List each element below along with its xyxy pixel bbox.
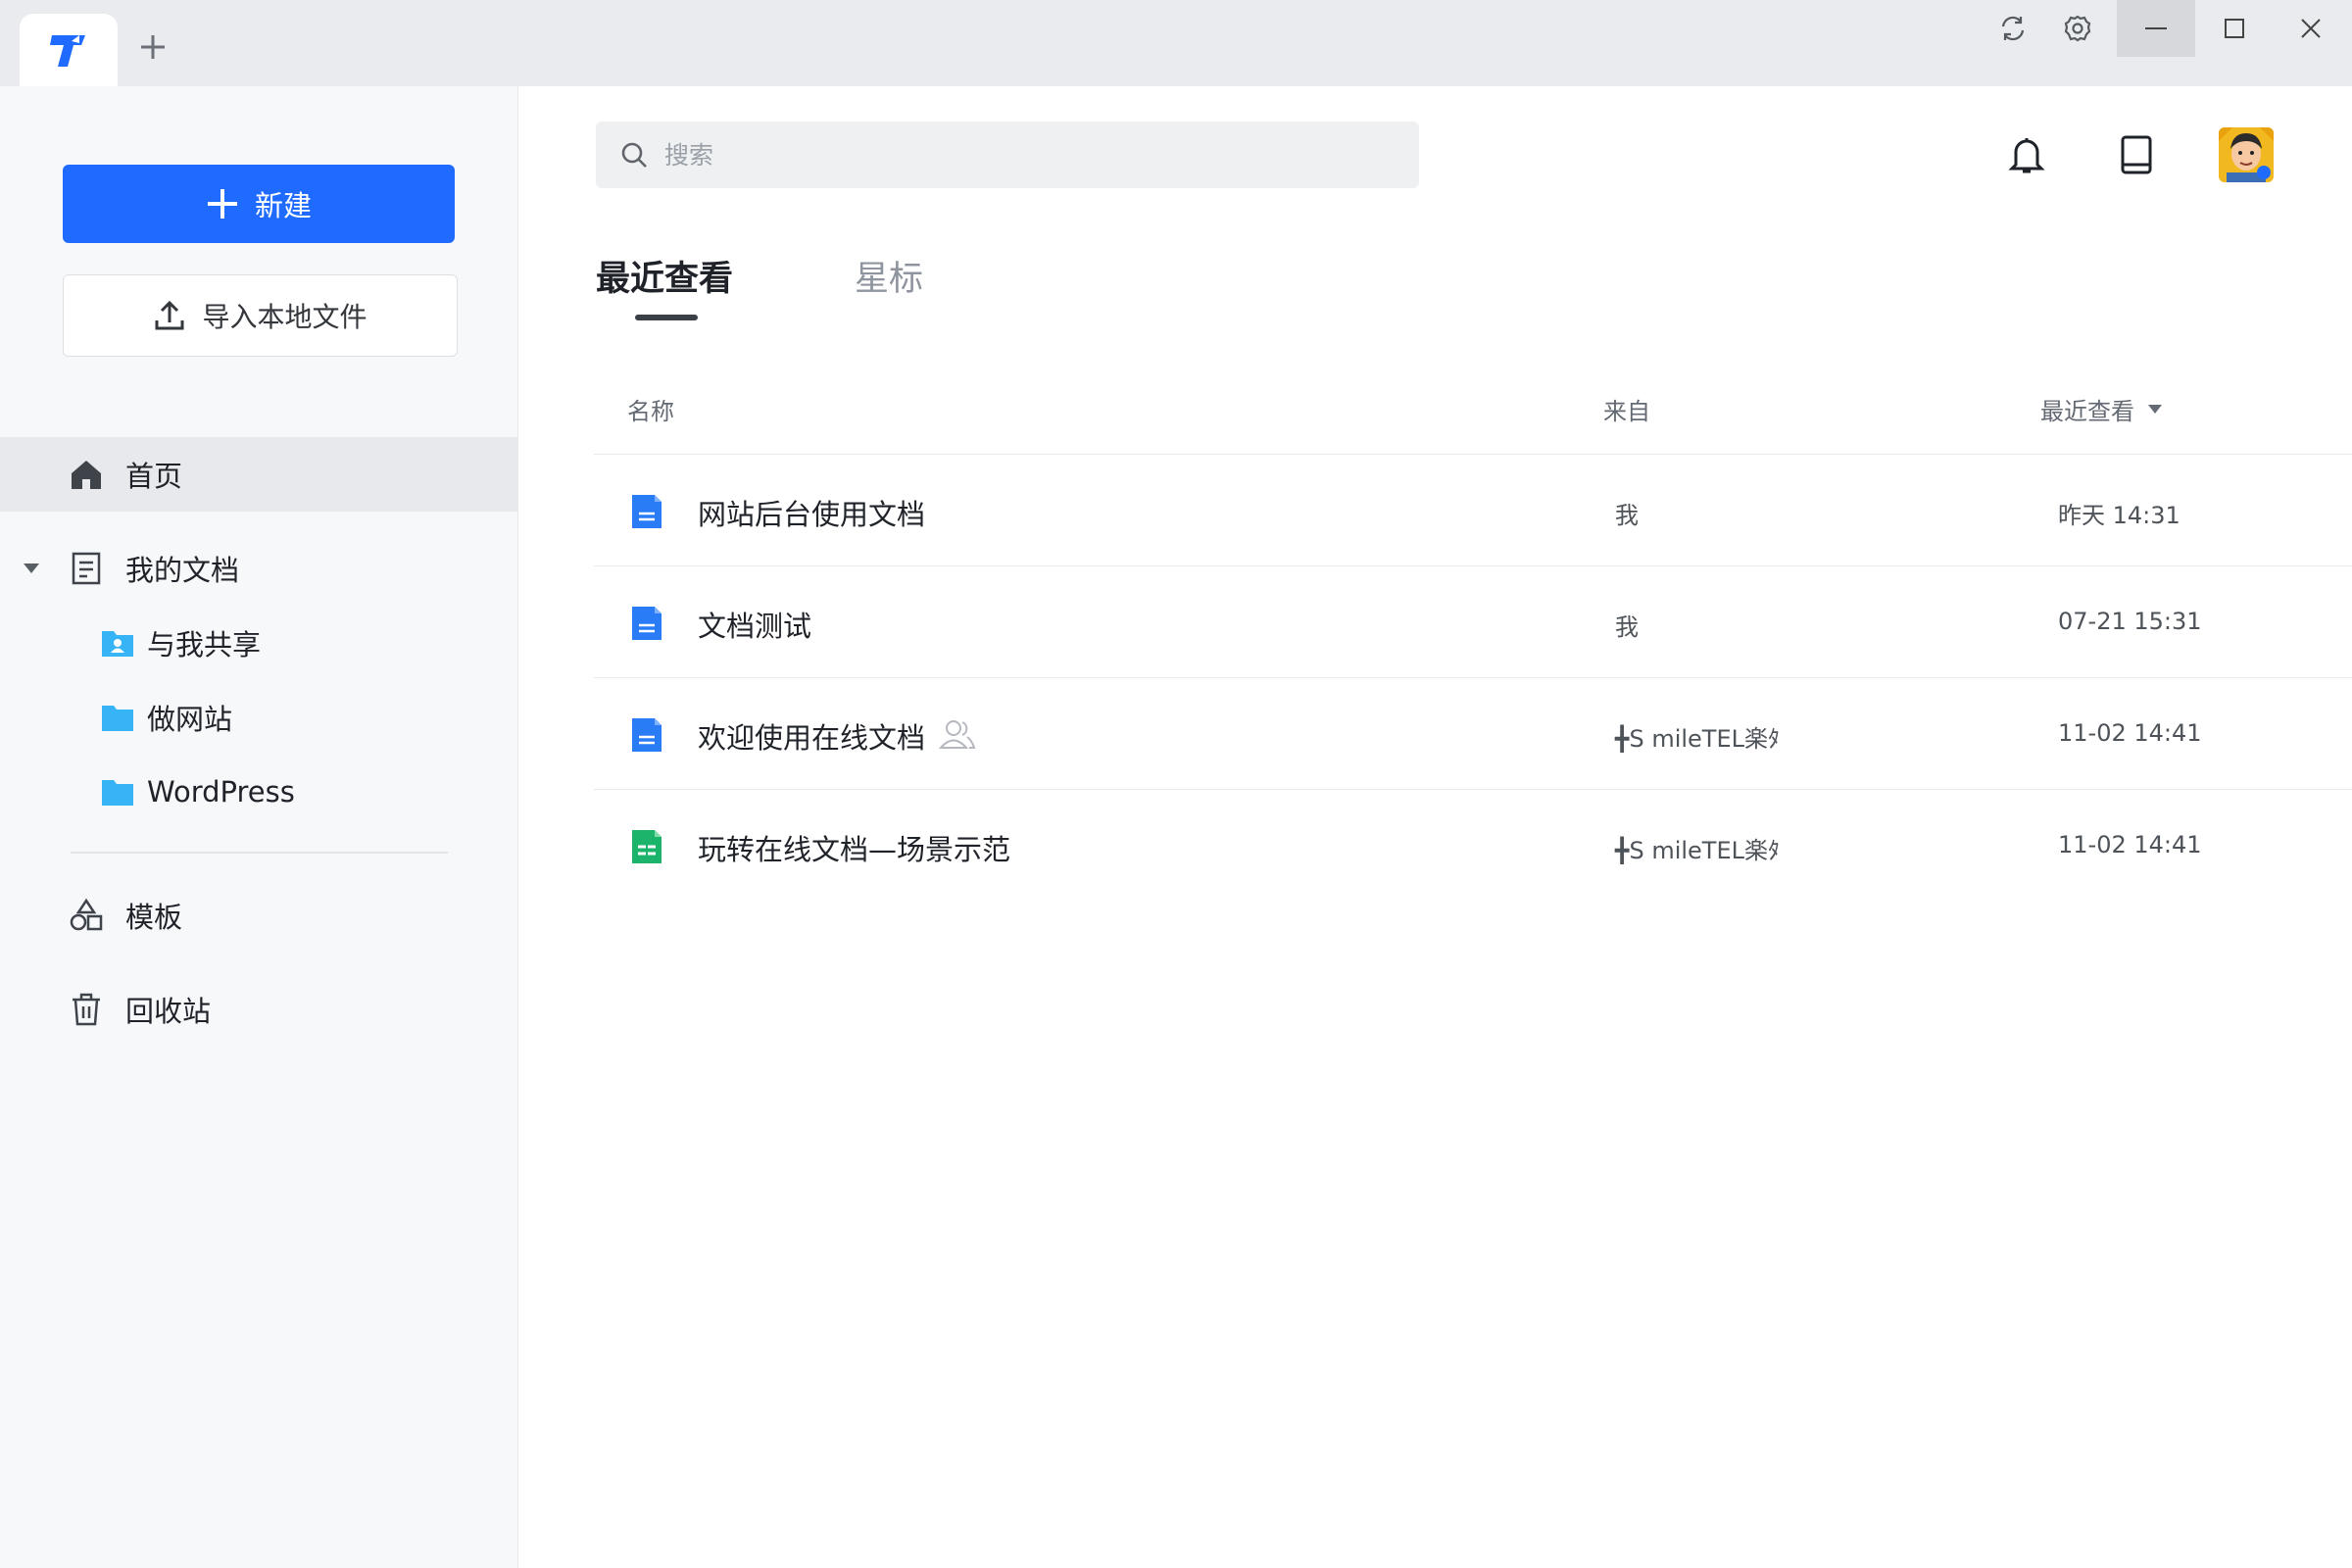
new-tab-button[interactable] [133, 27, 172, 67]
maximize-button[interactable] [2199, 0, 2270, 57]
close-icon [2301, 19, 2321, 38]
sidebar-item-trash[interactable]: 回收站 [0, 972, 517, 1047]
file-name: 欢迎使用在线文档 [698, 721, 926, 755]
search-bar[interactable] [596, 122, 1419, 188]
sidebar-item-folder-wordpress[interactable]: WordPress [0, 755, 517, 829]
settings-icon [2064, 15, 2091, 42]
notifications-button[interactable] [1999, 127, 2054, 182]
document-icon [67, 549, 106, 588]
new-button[interactable]: 新建 [63, 165, 455, 243]
sidebar-item-home[interactable]: 首页 [0, 437, 517, 512]
shared-folder-icon [98, 623, 137, 662]
column-header-name: 名称 [627, 398, 674, 425]
file-name: 文档测试 [698, 610, 812, 643]
column-header-sort[interactable]: 最近查看 [2040, 392, 2162, 426]
file-source: ╋S mileTEL楽ﾀ [1615, 837, 1780, 864]
settings-button[interactable] [2042, 0, 2113, 57]
minimize-button[interactable] [2117, 0, 2195, 57]
title-bar [0, 0, 2352, 86]
minimize-icon [2145, 27, 2167, 29]
folder-icon [98, 698, 137, 737]
sidebar-item-label: 与我共享 [147, 628, 262, 662]
table-row[interactable]: 网站后台使用文档 我 昨天 14:31 [594, 455, 2352, 566]
doc-file-icon [632, 607, 662, 640]
tencent-docs-logo-icon [50, 35, 85, 67]
caret-down-icon [2148, 404, 2162, 414]
column-header-from: 来自 [1603, 398, 1650, 425]
doc-file-icon [632, 495, 662, 528]
file-viewed-time: 07-21 15:31 [2058, 608, 2202, 635]
search-icon [621, 142, 647, 168]
sort-label: 最近查看 [2040, 398, 2134, 425]
sidebar: 新建 导入本地文件 首页 我的文档 与我共享 做网站 WordPress 模板 … [0, 86, 518, 1568]
sidebar-item-templates[interactable]: 模板 [0, 878, 517, 953]
file-name: 网站后台使用文档 [698, 498, 926, 531]
file-source: ╋S mileTEL楽ﾀ [1615, 725, 1780, 753]
device-button[interactable] [2109, 127, 2164, 182]
file-viewed-time: 昨天 14:31 [2058, 502, 2180, 529]
sidebar-divider [71, 852, 448, 854]
folder-icon [98, 772, 137, 811]
import-local-file-button[interactable]: 导入本地文件 [63, 274, 458, 357]
avatar[interactable] [2219, 127, 2274, 182]
plus-icon [141, 35, 165, 59]
trash-icon [67, 990, 106, 1029]
table-row[interactable]: 玩转在线文档—场景示范 ╋S mileTEL楽ﾀ 11-02 14:41 [594, 790, 2352, 902]
search-input[interactable] [664, 140, 1350, 170]
app-tab[interactable] [20, 14, 118, 86]
table-row[interactable]: 欢迎使用在线文档 ╋S mileTEL楽ﾀ 11-02 14:41 [594, 678, 2352, 790]
table-row[interactable]: 文档测试 我 07-21 15:31 [594, 566, 2352, 678]
sidebar-item-folder-website[interactable]: 做网站 [0, 680, 517, 755]
collaborators-icon [939, 720, 976, 749]
upload-icon [155, 300, 184, 330]
sidebar-item-label: 做网站 [147, 703, 233, 736]
sync-icon [2001, 16, 2025, 41]
caret-down-icon[interactable] [20, 549, 43, 588]
sync-button[interactable] [1978, 0, 2048, 57]
new-button-label: 新建 [254, 189, 312, 222]
sidebar-item-shared-with-me[interactable]: 与我共享 [0, 606, 517, 680]
tab-starred[interactable]: 星标 [855, 251, 923, 301]
user-avatar-icon [2219, 127, 2274, 182]
home-icon [67, 455, 106, 494]
doc-file-icon [632, 718, 662, 752]
sidebar-item-label: 首页 [125, 460, 183, 493]
sidebar-item-label: WordPress [147, 775, 295, 808]
sheet-file-icon [632, 830, 662, 863]
import-button-label: 导入本地文件 [202, 301, 368, 333]
bell-icon [2008, 138, 2045, 173]
template-icon [67, 896, 106, 935]
close-button[interactable] [2276, 0, 2346, 57]
tab-recent[interactable]: 最近查看 [596, 251, 733, 301]
maximize-icon [2225, 19, 2244, 38]
tablet-icon [2121, 135, 2152, 174]
sidebar-item-label: 我的文档 [125, 554, 240, 587]
sidebar-item-my-docs[interactable]: 我的文档 [0, 531, 517, 606]
file-name: 玩转在线文档—场景示范 [698, 833, 1011, 866]
file-source: 我 [1615, 502, 1639, 529]
file-viewed-time: 11-02 14:41 [2058, 831, 2202, 858]
file-source: 我 [1615, 613, 1639, 641]
plus-icon [207, 189, 237, 219]
file-viewed-time: 11-02 14:41 [2058, 719, 2202, 747]
active-tab-indicator [635, 315, 698, 320]
sidebar-item-label: 回收站 [125, 995, 212, 1028]
sidebar-item-label: 模板 [125, 901, 183, 934]
